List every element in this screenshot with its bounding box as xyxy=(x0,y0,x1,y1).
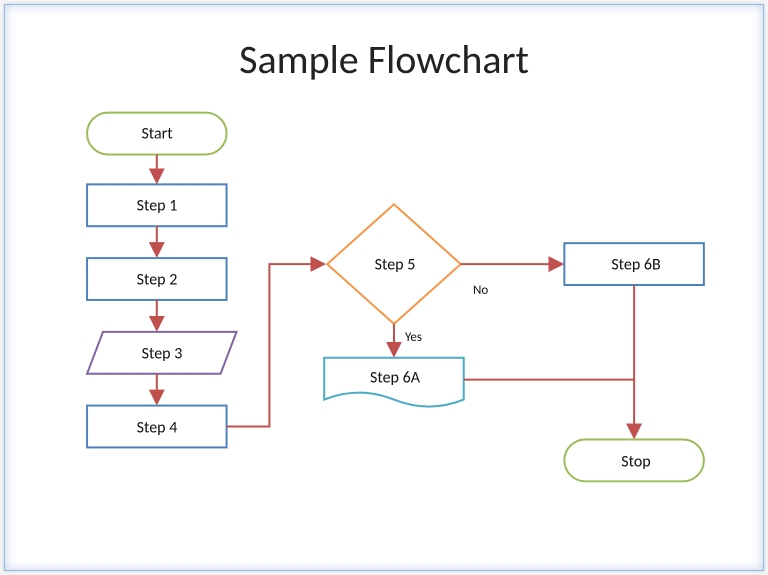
branch-yes: Yes xyxy=(405,330,422,345)
label-start: Start xyxy=(141,125,172,144)
label-step6a: Step 6A xyxy=(370,369,420,388)
flowchart-canvas xyxy=(5,5,763,570)
label-step1: Step 1 xyxy=(137,197,178,216)
flowchart-frame: Sample Flowchart xyxy=(4,4,764,571)
label-step3: Step 3 xyxy=(142,345,183,364)
label-step4: Step 4 xyxy=(137,419,178,438)
branch-no: No xyxy=(473,283,488,298)
label-step5: Step 5 xyxy=(375,256,416,275)
edge-step4-step5 xyxy=(227,264,323,426)
label-step6b: Step 6B xyxy=(611,256,660,275)
label-step2: Step 2 xyxy=(137,271,178,290)
label-stop: Stop xyxy=(621,453,650,472)
